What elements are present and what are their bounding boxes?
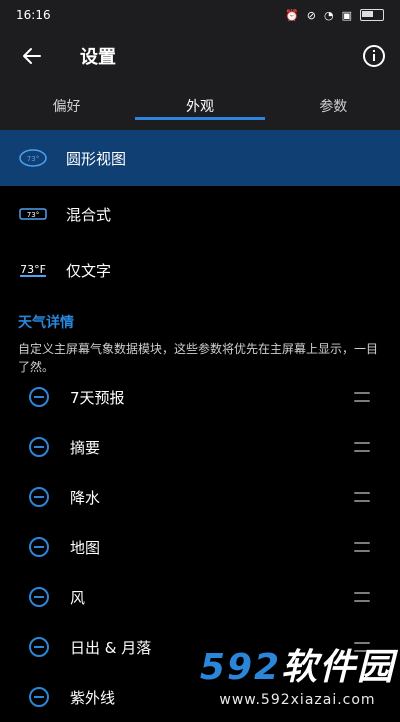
item-label: 风 — [70, 588, 86, 607]
item-label: 紫外线 — [70, 688, 116, 707]
list-item[interactable]: 摘要 — [0, 422, 400, 472]
text-only-icon: 73°F — [18, 260, 48, 280]
watermark-url: www.592xiazai.com — [219, 692, 376, 708]
battery-icon — [360, 9, 384, 21]
tab-parameters[interactable]: 参数 — [267, 82, 400, 130]
tab-appearance[interactable]: 外观 — [133, 82, 266, 130]
watermark-logo: 592软件园 www.592xiazai.com — [195, 635, 400, 711]
remove-circle-icon[interactable] — [28, 386, 50, 408]
item-label: 降水 — [70, 488, 101, 507]
status-time: 16:16 — [16, 8, 51, 22]
option-label: 圆形视图 — [66, 149, 127, 168]
section-title-weather-details: 天气详情 — [18, 315, 74, 331]
item-label: 日出 & 月落 — [70, 638, 152, 657]
status-icons: ⏰ ⊘ ◔ ▣ — [285, 9, 384, 22]
alarm-icon: ⏰ — [285, 8, 299, 22]
section-description: 自定义主屏幕气象数据模块，这些参数将优先在主屏幕上显示，一目了然。 — [18, 342, 379, 374]
app-bar: 设置 — [0, 30, 400, 82]
watermark-title: 592软件园 — [200, 638, 395, 690]
circle-view-icon: 73° — [18, 148, 48, 168]
page-title: 设置 — [80, 47, 116, 68]
sim-icon: ▣ — [341, 8, 352, 22]
remove-circle-icon[interactable] — [28, 586, 50, 608]
back-button[interactable] — [0, 30, 64, 82]
option-mixed[interactable]: 73° 混合式 — [0, 186, 400, 242]
dnd-icon: ⊘ — [306, 8, 316, 22]
drag-handle-icon[interactable] — [354, 392, 370, 402]
option-circle-view[interactable]: 73° 圆形视图 — [0, 130, 400, 186]
status-bar: 16:16 ⏰ ⊘ ◔ ▣ — [0, 0, 400, 30]
remove-circle-icon[interactable] — [28, 686, 50, 708]
tab-bar: 偏好 外观 参数 — [0, 82, 400, 130]
option-label: 仅文字 — [66, 261, 112, 280]
svg-text:73°F: 73°F — [20, 263, 46, 276]
svg-text:73°: 73° — [27, 211, 39, 219]
back-arrow-icon — [23, 48, 41, 64]
wifi-icon: ◔ — [323, 8, 334, 22]
tab-preferences[interactable]: 偏好 — [0, 82, 133, 130]
remove-circle-icon[interactable] — [28, 436, 50, 458]
item-label: 地图 — [70, 538, 101, 557]
list-item[interactable]: 风 — [0, 572, 400, 622]
drag-handle-icon[interactable] — [354, 592, 370, 602]
drag-handle-icon[interactable] — [354, 542, 370, 552]
item-label: 7天预报 — [70, 388, 125, 407]
mixed-view-icon: 73° — [18, 204, 48, 224]
list-item[interactable]: 地图 — [0, 522, 400, 572]
item-label: 摘要 — [70, 438, 101, 457]
view-options: 73° 圆形视图 73° 混合式 73°F 仅文字 — [0, 130, 400, 298]
option-text-only[interactable]: 73°F 仅文字 — [0, 242, 400, 298]
info-icon — [363, 45, 385, 67]
list-item[interactable]: 降水 — [0, 472, 400, 522]
info-button[interactable] — [348, 30, 400, 82]
remove-circle-icon[interactable] — [28, 486, 50, 508]
drag-handle-icon[interactable] — [354, 492, 370, 502]
svg-text:73°: 73° — [27, 155, 39, 163]
remove-circle-icon[interactable] — [28, 636, 50, 658]
drag-handle-icon[interactable] — [354, 442, 370, 452]
option-label: 混合式 — [66, 205, 112, 224]
watermark-text: 软件园 — [281, 647, 396, 688]
watermark-number: 592 — [199, 647, 282, 688]
remove-circle-icon[interactable] — [28, 536, 50, 558]
list-item[interactable]: 7天预报 — [0, 372, 400, 422]
